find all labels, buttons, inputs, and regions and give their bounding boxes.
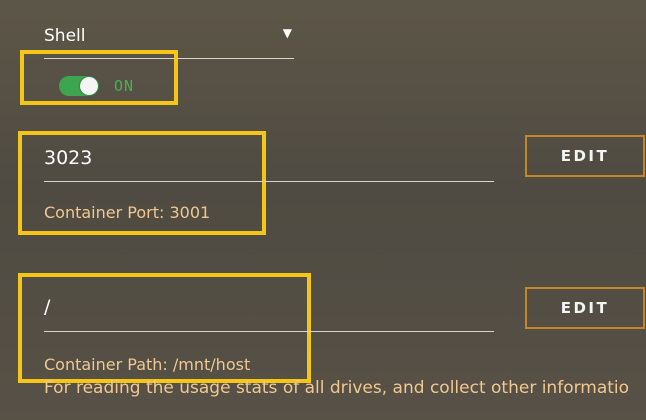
toggle-state-label: ON	[114, 77, 135, 95]
toggle-highlight	[20, 50, 178, 105]
edit-port-button[interactable]: EDIT	[525, 135, 645, 177]
host-port-input[interactable]: 3023	[44, 143, 494, 182]
type-select-value: Shell	[44, 26, 86, 46]
host-port-value: 3023	[44, 147, 93, 169]
path-description: For reading the usage stats of all drive…	[44, 378, 630, 398]
host-path-input[interactable]: /	[44, 292, 494, 332]
edit-path-button[interactable]: EDIT	[525, 287, 645, 329]
host-path-value: /	[44, 296, 51, 318]
container-port-helper: Container Port: 3001	[44, 203, 211, 222]
enable-toggle[interactable]	[59, 76, 99, 96]
toggle-knob	[80, 77, 98, 95]
chevron-down-icon: ▼	[282, 26, 292, 40]
container-path-helper: Container Path: /mnt/host	[44, 355, 251, 374]
